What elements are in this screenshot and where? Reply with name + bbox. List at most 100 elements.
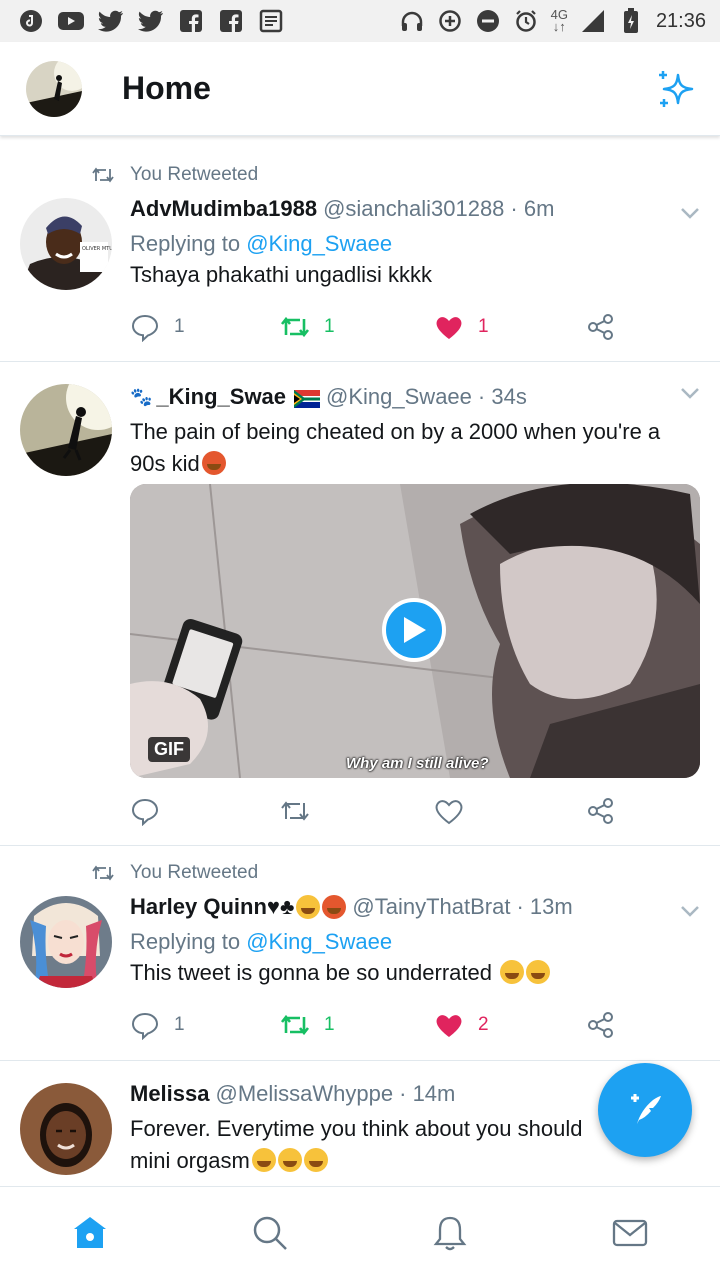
tweet-actions: 1 1 1 bbox=[130, 312, 630, 342]
tiktok-notification-icon bbox=[18, 9, 44, 33]
share-icon bbox=[588, 314, 613, 340]
avatar[interactable] bbox=[20, 896, 112, 988]
emoji-icon bbox=[303, 1148, 328, 1172]
profile-avatar[interactable] bbox=[26, 60, 82, 117]
retweet-icon bbox=[280, 316, 310, 338]
like-button[interactable] bbox=[434, 796, 464, 826]
retweet-icon bbox=[280, 1014, 310, 1036]
data-saver-icon bbox=[437, 9, 463, 33]
retweet-button[interactable]: 1 bbox=[280, 1010, 335, 1040]
handle[interactable]: @sianchali301288 bbox=[323, 196, 504, 222]
reply-count: 1 bbox=[174, 316, 185, 337]
mention-link[interactable]: @King_Swaee bbox=[246, 231, 392, 256]
bottom-navigation bbox=[0, 1186, 720, 1280]
tweet-actions: 1 1 2 bbox=[130, 1010, 630, 1040]
reply-button[interactable]: 1 bbox=[130, 312, 185, 342]
facebook-notification-icon bbox=[218, 9, 244, 33]
share-button[interactable] bbox=[586, 796, 616, 826]
tweet-author-line: 🐾 _King_Swae @King_Swaee · 34s bbox=[130, 384, 700, 410]
emoji-icon bbox=[201, 451, 226, 475]
paw-prints-icon: 🐾 bbox=[130, 386, 153, 407]
compose-tweet-button[interactable] bbox=[598, 1063, 692, 1157]
like-button[interactable]: 2 bbox=[434, 1010, 489, 1040]
retweet-context: You Retweeted bbox=[92, 164, 258, 186]
do-not-disturb-icon bbox=[475, 9, 501, 33]
tweet-actions bbox=[130, 796, 630, 826]
reply-icon bbox=[131, 314, 159, 342]
alarm-icon bbox=[513, 9, 539, 33]
home-icon bbox=[74, 1217, 106, 1248]
like-button[interactable]: 1 bbox=[434, 312, 489, 342]
nav-home[interactable] bbox=[70, 1213, 110, 1253]
avatar[interactable] bbox=[20, 1083, 112, 1175]
retweet-icon bbox=[281, 801, 309, 821]
reply-icon bbox=[131, 1012, 159, 1040]
youtube-notification-icon bbox=[58, 9, 84, 33]
mention-link[interactable]: @King_Swaee bbox=[246, 929, 392, 954]
handle[interactable]: @King_Swaee bbox=[326, 384, 472, 410]
tweet-author-line: Harley Quinn♥♣ @TainyThatBrat · 13m bbox=[130, 894, 700, 920]
retweet-context: You Retweeted bbox=[92, 862, 258, 884]
nav-messages[interactable] bbox=[610, 1213, 650, 1253]
tweet-text-continued: mini orgasm bbox=[130, 1148, 250, 1173]
headphones-icon bbox=[399, 9, 425, 33]
status-bar: 4G ↓↑ 21:36 bbox=[0, 0, 720, 42]
like-count: 2 bbox=[478, 1014, 489, 1035]
heart-filled-icon bbox=[436, 1015, 462, 1037]
emoji-icon bbox=[251, 1148, 276, 1172]
play-icon bbox=[404, 617, 426, 643]
retweet-button[interactable]: 1 bbox=[280, 312, 335, 342]
display-name[interactable]: _King_Swae bbox=[156, 384, 286, 410]
reply-button[interactable] bbox=[130, 796, 160, 826]
share-button[interactable] bbox=[586, 1010, 616, 1040]
retweet-count: 1 bbox=[324, 1014, 335, 1035]
chevron-down-icon[interactable] bbox=[680, 386, 700, 400]
signal-icon bbox=[580, 9, 606, 33]
timeline-feed[interactable]: You Retweeted OLIVER MTU AdvMudimba1988 … bbox=[0, 148, 720, 1186]
south-africa-flag-icon bbox=[294, 388, 321, 408]
retweet-count: 1 bbox=[324, 316, 335, 337]
tweet-author-line: AdvMudimba1988 @sianchali301288 · 6m bbox=[130, 196, 700, 222]
retweet-icon bbox=[92, 167, 114, 183]
like-count: 1 bbox=[478, 316, 489, 337]
retweet-button[interactable] bbox=[280, 796, 310, 826]
twitter-notification-icon bbox=[98, 9, 124, 33]
reply-icon bbox=[131, 798, 159, 826]
replying-to: Replying to @King_Swaee bbox=[130, 929, 700, 955]
network-type: 4G ↓↑ bbox=[550, 7, 568, 34]
reply-button[interactable]: 1 bbox=[130, 1010, 185, 1040]
nav-notifications[interactable] bbox=[430, 1213, 470, 1253]
avatar[interactable]: OLIVER MTU bbox=[20, 198, 112, 290]
handle[interactable]: @MelissaWhyppe bbox=[216, 1081, 394, 1107]
tweet[interactable]: You Retweeted Harley Quinn♥♣ @TainyThatB… bbox=[0, 846, 720, 1061]
retweet-label: You Retweeted bbox=[130, 862, 259, 883]
handle[interactable]: @TainyThatBrat bbox=[352, 894, 510, 920]
avatar[interactable] bbox=[20, 384, 112, 476]
display-name[interactable]: Melissa bbox=[130, 1081, 210, 1107]
play-button[interactable] bbox=[382, 598, 446, 662]
emoji-icon bbox=[296, 895, 321, 919]
nav-search[interactable] bbox=[250, 1213, 290, 1253]
devil-emoji-icon bbox=[322, 895, 347, 919]
display-name[interactable]: Harley Quinn♥♣ bbox=[130, 894, 294, 920]
app-header: Home bbox=[0, 42, 720, 136]
chevron-down-icon[interactable] bbox=[680, 904, 700, 918]
chevron-down-icon[interactable] bbox=[680, 206, 700, 220]
timestamp: · 14m bbox=[399, 1081, 456, 1106]
share-icon bbox=[588, 798, 613, 824]
replying-to-label: Replying to bbox=[130, 929, 241, 954]
retweet-label: You Retweeted bbox=[130, 164, 259, 185]
messages-icon bbox=[612, 1219, 648, 1247]
heart-filled-icon bbox=[436, 317, 462, 339]
share-button[interactable] bbox=[586, 312, 616, 342]
tweet-text: This tweet is gonna be so underrated bbox=[130, 960, 493, 985]
tweet[interactable]: 🐾 _King_Swae @King_Swaee · 34s The pain … bbox=[0, 362, 720, 846]
gif-media[interactable]: GIF Why am I still alive? bbox=[130, 484, 700, 778]
tweet[interactable]: You Retweeted OLIVER MTU AdvMudimba1988 … bbox=[0, 148, 720, 362]
gif-caption: Why am I still alive? bbox=[346, 755, 489, 772]
display-name[interactable]: AdvMudimba1988 bbox=[130, 196, 317, 222]
facebook-notification-icon bbox=[178, 9, 204, 33]
reply-count: 1 bbox=[174, 1014, 185, 1035]
sparkle-icon[interactable] bbox=[656, 69, 696, 109]
heart-outline-icon bbox=[435, 800, 463, 825]
